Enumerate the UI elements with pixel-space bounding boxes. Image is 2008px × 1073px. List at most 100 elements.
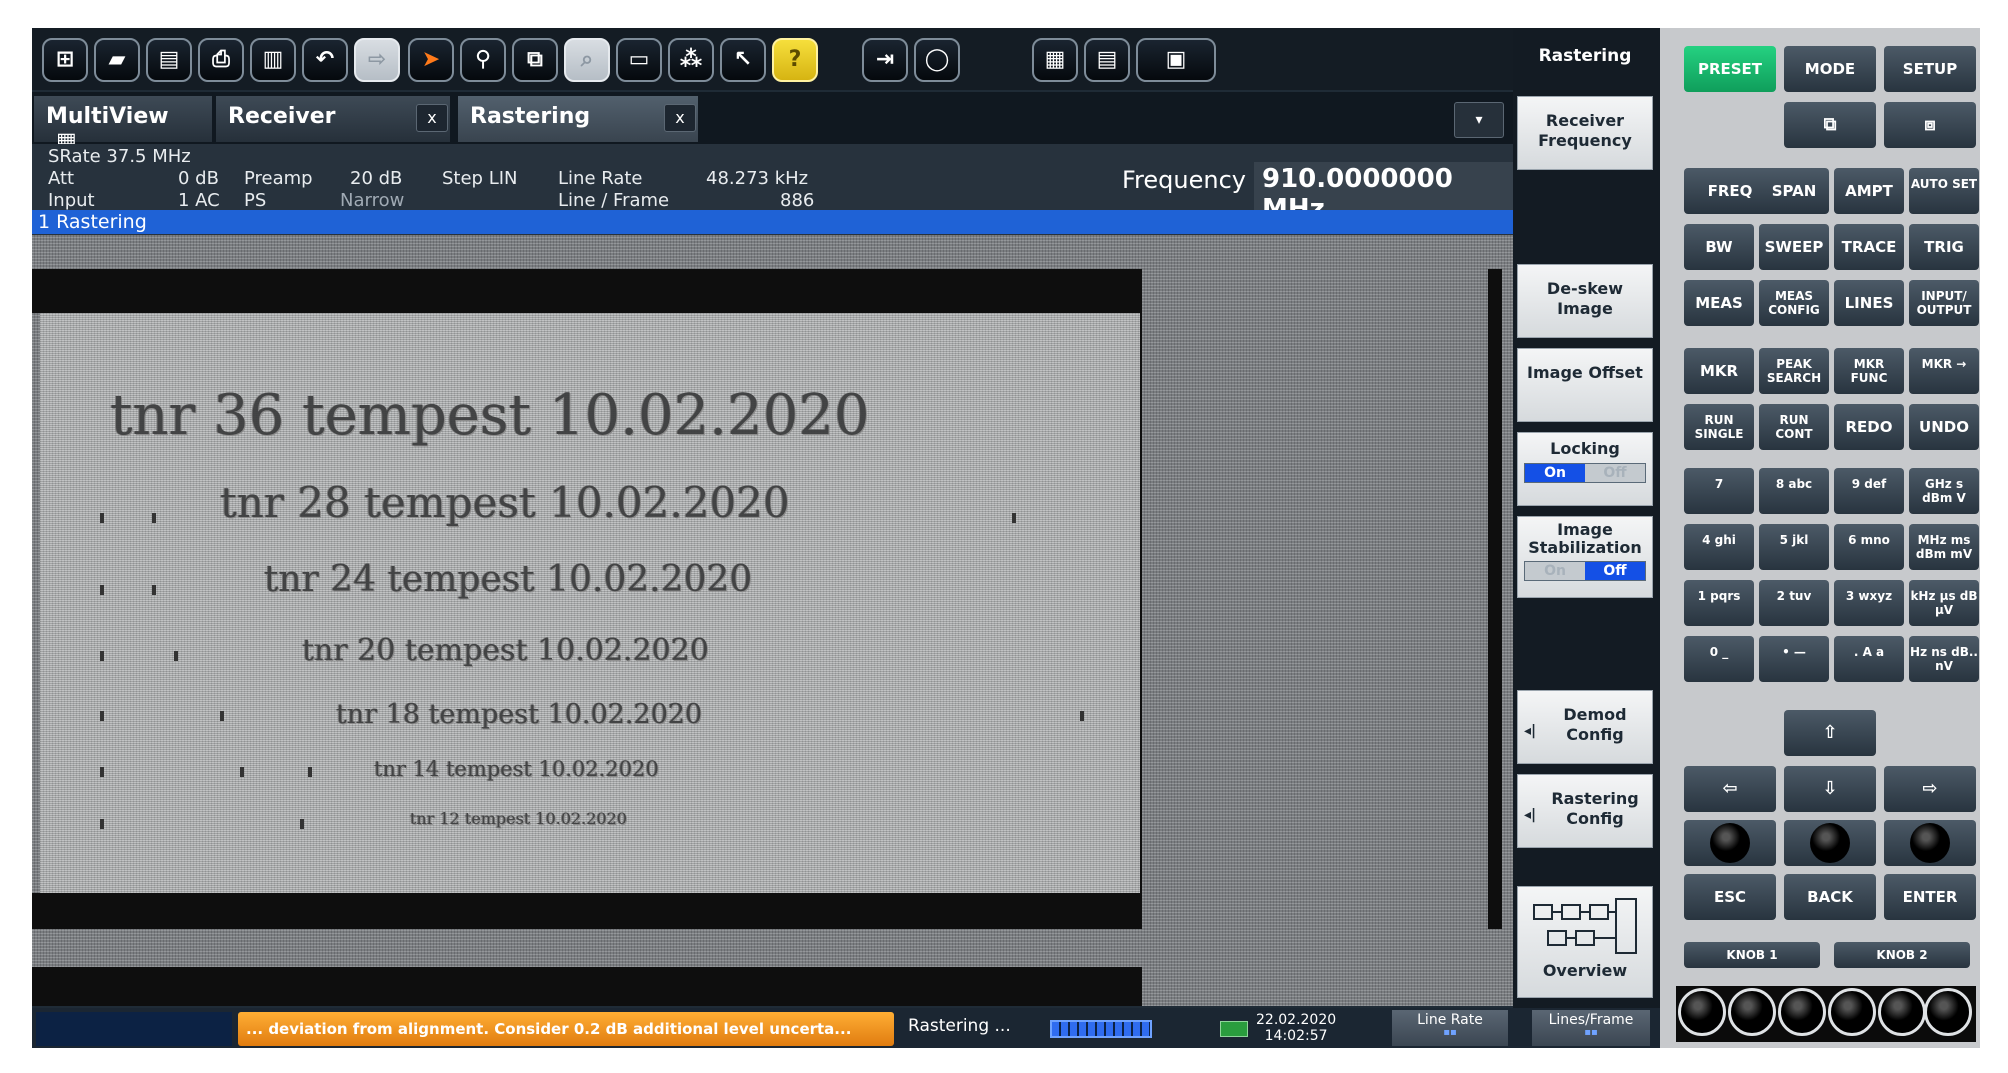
transducer-icon[interactable]: ⇥	[862, 38, 908, 82]
digit-9-key[interactable]: 9 def	[1834, 468, 1904, 514]
display-toggle-icon[interactable]: ⧈	[1884, 102, 1976, 148]
tab-rastering[interactable]: Rastering	[458, 96, 698, 142]
rotary-knob[interactable]	[1924, 988, 1972, 1036]
line-rate-status-button[interactable]: Line Rate ▪▪	[1392, 1010, 1508, 1046]
knob2-key[interactable]: KNOB 2	[1834, 942, 1970, 968]
rastering-config-softkey[interactable]: ◂| Rastering Config	[1517, 774, 1653, 848]
enter-key[interactable]: ENTER	[1884, 874, 1976, 920]
locking-on-option[interactable]: On	[1525, 464, 1585, 482]
tab-receiver-close-button[interactable]: x	[416, 104, 448, 132]
sidebar-toggle-icon[interactable]: ▣	[1136, 38, 1216, 82]
mkr-arrow-key[interactable]: MKR →	[1909, 348, 1979, 394]
digit-0-key[interactable]: 0 _	[1684, 636, 1754, 682]
down-arrow-key[interactable]: ⇩	[1784, 766, 1876, 812]
case-key[interactable]: . A a	[1834, 636, 1904, 682]
document-icon[interactable]: ▥	[250, 38, 296, 82]
locking-toggle[interactable]: On Off	[1524, 463, 1646, 483]
digit-5-key[interactable]: 5 jkl	[1759, 524, 1829, 570]
lines-key[interactable]: LINES	[1834, 280, 1904, 326]
mode-key[interactable]: MODE	[1784, 46, 1876, 92]
save-icon[interactable]: ▤	[146, 38, 192, 82]
digit-4-key[interactable]: 4 ghi	[1684, 524, 1754, 570]
zoom-area-icon[interactable]: ⧉	[512, 38, 558, 82]
windows-icon[interactable]: ⊞	[42, 38, 88, 82]
back-key[interactable]: BACK	[1784, 874, 1876, 920]
knob-button[interactable]	[1784, 820, 1876, 866]
open-folder-icon[interactable]: ▰	[94, 38, 140, 82]
digit-1-key[interactable]: 1 pqrs	[1684, 580, 1754, 626]
trig-key[interactable]: TRIG	[1909, 224, 1979, 270]
redo-key[interactable]: REDO	[1834, 404, 1904, 450]
ampt-key[interactable]: AMPT	[1834, 168, 1904, 214]
refresh-icon[interactable]: ◯	[914, 38, 960, 82]
span-key[interactable]: SPAN	[1759, 168, 1829, 214]
unit-ghz-key[interactable]: GHz s dBm V	[1909, 468, 1979, 514]
input-output-key[interactable]: INPUT/ OUTPUT	[1909, 280, 1979, 326]
decimal-key[interactable]: • —	[1759, 636, 1829, 682]
esc-key[interactable]: ESC	[1684, 874, 1776, 920]
mkr-func-key[interactable]: MKR FUNC	[1834, 348, 1904, 394]
help-pointer-icon[interactable]: ↖	[720, 38, 766, 82]
demod-config-softkey[interactable]: ◂| Demod Config	[1517, 690, 1653, 764]
fullscreen-icon[interactable]: ▭	[616, 38, 662, 82]
lines-frame-status-button[interactable]: Lines/Frame ▪▪	[1532, 1010, 1650, 1046]
digit-6-key[interactable]: 6 mno	[1834, 524, 1904, 570]
locking-softkey[interactable]: Locking On Off	[1517, 432, 1653, 506]
search-icon[interactable]: ⌕	[564, 38, 610, 82]
digit-8-key[interactable]: 8 abc	[1759, 468, 1829, 514]
overview-softkey[interactable]: Overview	[1517, 886, 1653, 998]
unit-hz-key[interactable]: Hz ns dB.. nV	[1909, 636, 1979, 682]
tab-receiver[interactable]: Receiver	[216, 96, 450, 142]
up-arrow-key[interactable]: ⇧	[1784, 710, 1876, 756]
stabilization-off-option[interactable]: Off	[1585, 562, 1645, 580]
digit-3-key[interactable]: 3 wxyz	[1834, 580, 1904, 626]
sweep-key[interactable]: SWEEP	[1759, 224, 1829, 270]
print-icon[interactable]: ⎙	[198, 38, 244, 82]
setup-key[interactable]: SETUP	[1884, 46, 1976, 92]
rotary-knob[interactable]	[1878, 988, 1926, 1036]
redo-icon[interactable]: ⇨	[354, 38, 400, 82]
knob-button[interactable]	[1884, 820, 1976, 866]
rotary-knob[interactable]	[1828, 988, 1876, 1036]
display-split-icon[interactable]: ⧉	[1784, 102, 1876, 148]
trace-key[interactable]: TRACE	[1834, 224, 1904, 270]
undo-icon[interactable]: ↶	[302, 38, 348, 82]
digit-7-key[interactable]: 7	[1684, 468, 1754, 514]
status-warning-message[interactable]: ... deviation from alignment. Consider 0…	[238, 1012, 894, 1046]
window-layout-icon[interactable]: ▤	[1084, 38, 1130, 82]
run-single-key[interactable]: RUN SINGLE	[1684, 404, 1754, 450]
zoom-icon[interactable]: ⚲	[460, 38, 506, 82]
rotary-knob[interactable]	[1728, 988, 1776, 1036]
right-arrow-key[interactable]: ⇨	[1884, 766, 1976, 812]
image-stabilization-softkey[interactable]: Image Stabilization On Off	[1517, 516, 1653, 598]
undo-key[interactable]: UNDO	[1909, 404, 1979, 450]
auto-set-key[interactable]: AUTO SET	[1909, 168, 1979, 214]
receiver-frequency-softkey[interactable]: Receiver Frequency	[1517, 96, 1653, 170]
stabilization-toggle[interactable]: On Off	[1524, 561, 1646, 581]
pointer-icon[interactable]: ➤	[408, 38, 454, 82]
locking-off-option[interactable]: Off	[1585, 464, 1645, 482]
knob-button[interactable]	[1684, 820, 1776, 866]
peak-search-key[interactable]: PEAK SEARCH	[1759, 348, 1829, 394]
image-offset-softkey[interactable]: Image Offset	[1517, 348, 1653, 422]
meas-config-key[interactable]: MEAS CONFIG	[1759, 280, 1829, 326]
pane-title[interactable]: 1 Rastering	[32, 210, 1513, 234]
tab-multiview[interactable]: MultiView ▦	[34, 96, 212, 154]
bw-key[interactable]: BW	[1684, 224, 1754, 270]
tab-rastering-close-button[interactable]: x	[664, 104, 696, 132]
display-config-icon[interactable]: ▦	[1032, 38, 1078, 82]
meas-key[interactable]: MEAS	[1684, 280, 1754, 326]
deskew-image-softkey[interactable]: De-skew Image	[1517, 264, 1653, 338]
rotary-knob[interactable]	[1678, 988, 1726, 1036]
mkr-key[interactable]: MKR	[1684, 348, 1754, 394]
unit-khz-key[interactable]: kHz μs dB μV	[1909, 580, 1979, 626]
tabs-dropdown-button[interactable]: ▾	[1454, 102, 1504, 138]
run-cont-key[interactable]: RUN CONT	[1759, 404, 1829, 450]
left-arrow-key[interactable]: ⇦	[1684, 766, 1776, 812]
stabilization-on-option[interactable]: On	[1525, 562, 1585, 580]
digit-2-key[interactable]: 2 tuv	[1759, 580, 1829, 626]
knob1-key[interactable]: KNOB 1	[1684, 942, 1820, 968]
preset-key[interactable]: PRESET	[1684, 46, 1776, 92]
rotary-knob[interactable]	[1778, 988, 1826, 1036]
help-icon[interactable]: ?	[772, 38, 818, 82]
